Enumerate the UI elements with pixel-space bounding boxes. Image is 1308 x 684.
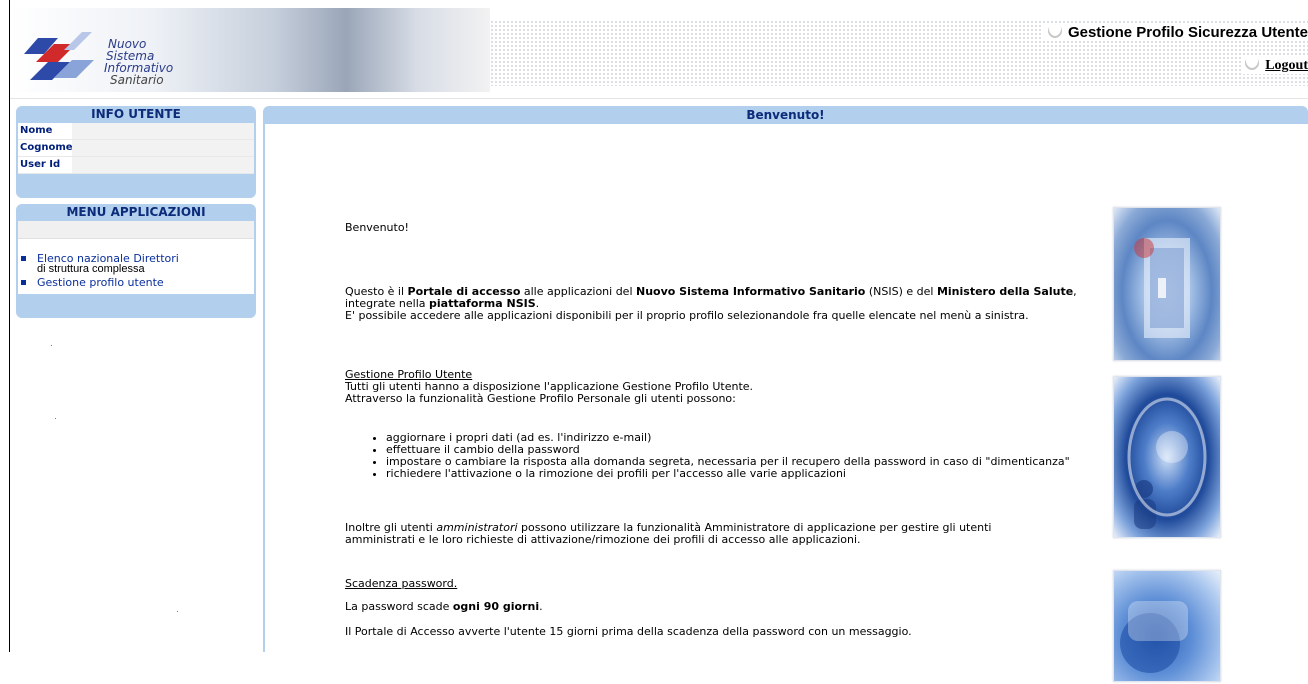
greeting-text: Benvenuto!	[345, 221, 409, 234]
intro-text: (NSIS) e del	[865, 285, 937, 298]
page-title-text: Gestione Profilo Sicurezza Utente	[1067, 24, 1308, 41]
decorative-dot	[177, 611, 178, 612]
logo-line: Sanitario	[110, 73, 164, 87]
intro-line2: E' possibile accedere alle applicazioni …	[345, 309, 1029, 322]
arc-icon	[1045, 21, 1065, 41]
menu-item-label: Gestione profilo utente	[37, 276, 164, 289]
info-row-userid: User Id	[18, 157, 254, 174]
info-row-nome: Nome	[18, 123, 254, 140]
info-utente-panel: INFO UTENTE Nome Cognome User Id	[16, 106, 256, 198]
list-item: richiedere l'attivazione o la rimozione …	[386, 468, 1086, 480]
decorative-dot	[51, 345, 52, 346]
logo-text: Nuovo Sistema Informativo Sanitario	[102, 38, 173, 86]
info-utente-title: INFO UTENTE	[91, 107, 181, 121]
decorative-image-people	[1113, 376, 1221, 538]
info-value	[72, 157, 254, 173]
door-illustration-icon	[1134, 238, 1190, 338]
main-panel: Benvenuto! Benvenuto! Questo è il Portal…	[263, 106, 1308, 682]
menu-item-sublabel: di struttura complessa	[37, 263, 145, 275]
bullet-icon	[21, 256, 26, 261]
logout-link[interactable]: Logout	[1241, 53, 1308, 74]
info-value	[72, 140, 254, 156]
menu-list: Elenco nazionale Direttori di struttura …	[18, 239, 254, 294]
nsis-logo-icon	[24, 32, 94, 80]
info-row-cognome: Cognome	[18, 140, 254, 157]
intro-paragraph: Questo è il Portale di accesso alle appl…	[345, 286, 1105, 322]
scadenza-text: .	[539, 600, 543, 613]
info-utente-table: Nome Cognome User Id	[18, 123, 254, 174]
info-value	[72, 123, 254, 139]
menu-item-gestione-profilo[interactable]: Gestione profilo utente	[18, 277, 254, 288]
menu-header-row	[18, 221, 254, 239]
bullet-icon	[21, 280, 26, 285]
intro-bold: Nuovo Sistema Informativo Sanitario	[636, 285, 866, 298]
logout-label: Logout	[1265, 58, 1308, 73]
menu-applicazioni-body: Elenco nazionale Direttori di struttura …	[18, 221, 254, 294]
nsis-banner: Nuovo Sistema Informativo Sanitario	[10, 8, 490, 92]
abstract-illustration-icon	[1120, 601, 1188, 673]
decorative-image-door	[1113, 207, 1221, 361]
scadenza-line1: La password scade ogni 90 giorni.	[345, 601, 543, 613]
gestione-bullet-list: aggiornare i propri dati (ad es. l'indir…	[345, 432, 1086, 480]
scadenza-line2: Il Portale di Accesso avverte l'utente 1…	[345, 625, 912, 638]
info-label: Nome	[18, 123, 72, 139]
decorative-image-blue	[1113, 570, 1221, 682]
info-label: User Id	[18, 157, 72, 173]
menu-applicazioni-panel: MENU APPLICAZIONI Elenco nazionale Diret…	[16, 204, 256, 318]
info-label: Cognome	[18, 140, 73, 156]
scadenza-text: La password scade	[345, 600, 453, 613]
window-left-edge	[0, 0, 10, 652]
page-header: Nuovo Sistema Informativo Sanitario Gest…	[10, 0, 1308, 99]
menu-applicazioni-title: MENU APPLICAZIONI	[66, 205, 206, 219]
main-panel-title: Benvenuto!	[746, 108, 825, 122]
arc-icon	[1242, 53, 1263, 73]
intro-bold: Ministero della Salute	[936, 285, 1074, 298]
main-panel-body: Benvenuto! Questo è il Portale di access…	[265, 124, 1308, 682]
gestione-line2: Attraverso la funzionalità Gestione Prof…	[345, 392, 736, 405]
page-title: Gestione Profilo Sicurezza Utente	[1041, 21, 1308, 41]
scadenza-heading: Scadenza password.	[345, 577, 458, 590]
scadenza-bold: ogni 90 giorni	[452, 600, 540, 613]
menu-item-elenco-direttori[interactable]: Elenco nazionale Direttori di struttura …	[18, 253, 254, 275]
decorative-dot	[55, 418, 56, 419]
admin-paragraph: Inoltre gli utenti amministratori posson…	[345, 522, 1045, 546]
people-illustration-icon	[1127, 397, 1207, 529]
